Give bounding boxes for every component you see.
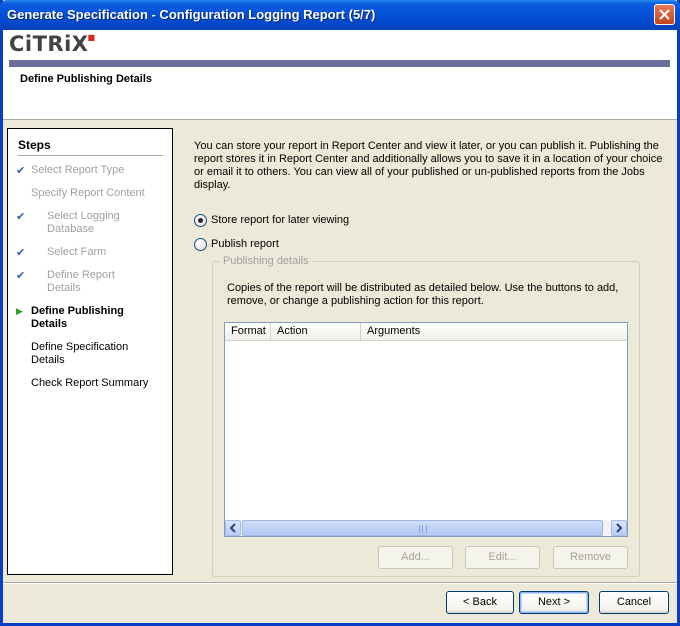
column-format[interactable]: Format xyxy=(225,323,271,340)
step-define-report-details: Define Report Details xyxy=(47,269,115,294)
add-button[interactable]: Add... xyxy=(378,546,453,569)
scroll-left-button[interactable] xyxy=(225,520,241,536)
citrix-logo: CiTRiX■ xyxy=(9,32,96,56)
scroll-thumb[interactable] xyxy=(242,520,603,536)
content-area: You can store your report in Report Cent… xyxy=(175,120,677,582)
radio-button[interactable] xyxy=(194,213,207,227)
column-action[interactable]: Action xyxy=(271,323,361,340)
window-title: Generate Specification - Configuration L… xyxy=(7,7,376,22)
footer-separator xyxy=(3,582,677,584)
chevron-left-icon xyxy=(229,523,236,533)
chevron-right-icon xyxy=(616,523,623,533)
title-bar[interactable]: Generate Specification - Configuration L… xyxy=(0,0,680,30)
step-select-logging-database: Select Logging Database xyxy=(47,210,120,235)
check-icon: ✔ xyxy=(16,247,26,259)
header-band xyxy=(9,60,670,67)
check-icon: ✔ xyxy=(16,211,26,223)
arrow-icon: ▶ xyxy=(16,306,23,316)
wizard-window: Generate Specification - Configuration L… xyxy=(0,0,680,626)
group-legend: Publishing details xyxy=(220,255,312,267)
edit-button[interactable]: Edit... xyxy=(465,546,540,569)
wizard-header: CiTRiX■ Define Publishing Details xyxy=(3,30,677,120)
close-icon xyxy=(659,9,670,20)
step-specify-report-content: Specify Report Content xyxy=(31,187,145,199)
step-define-publishing-details: Define Publishing Details xyxy=(31,305,124,330)
check-icon: ✔ xyxy=(16,165,26,177)
publishing-actions-list[interactable]: Format Action Arguments xyxy=(224,322,628,537)
group-description: Copies of the report will be distributed… xyxy=(227,282,619,307)
radio-publish-report[interactable]: Publish report xyxy=(194,237,279,251)
radio-store-label[interactable]: Store report for later viewing xyxy=(211,214,349,226)
radio-publish-label[interactable]: Publish report xyxy=(211,238,279,250)
steps-panel: Steps ✔ Select Report Type Specify Repor… xyxy=(7,128,173,575)
steps-heading: Steps xyxy=(18,138,163,156)
radio-store-report[interactable]: Store report for later viewing xyxy=(194,213,349,227)
step-check-report-summary: Check Report Summary xyxy=(31,377,149,389)
horizontal-scrollbar[interactable] xyxy=(225,520,627,536)
scroll-right-button[interactable] xyxy=(611,520,627,536)
column-arguments[interactable]: Arguments xyxy=(361,323,627,340)
step-select-report-type: Select Report Type xyxy=(31,164,125,176)
list-header: Format Action Arguments xyxy=(225,323,627,341)
cancel-button[interactable]: Cancel xyxy=(599,591,669,614)
page-title: Define Publishing Details xyxy=(20,73,153,85)
remove-button[interactable]: Remove xyxy=(553,546,628,569)
next-button[interactable]: Next > xyxy=(519,591,589,614)
back-button[interactable]: < Back xyxy=(446,591,514,614)
intro-text: You can store your report in Report Cent… xyxy=(194,140,663,191)
check-icon: ✔ xyxy=(16,270,26,282)
radio-button[interactable] xyxy=(194,237,207,251)
close-button[interactable] xyxy=(654,4,675,25)
step-select-farm: Select Farm xyxy=(47,246,107,258)
step-define-specification-details: Define Specification Details xyxy=(31,341,129,366)
publishing-details-group: Publishing details Copies of the report … xyxy=(212,255,640,577)
